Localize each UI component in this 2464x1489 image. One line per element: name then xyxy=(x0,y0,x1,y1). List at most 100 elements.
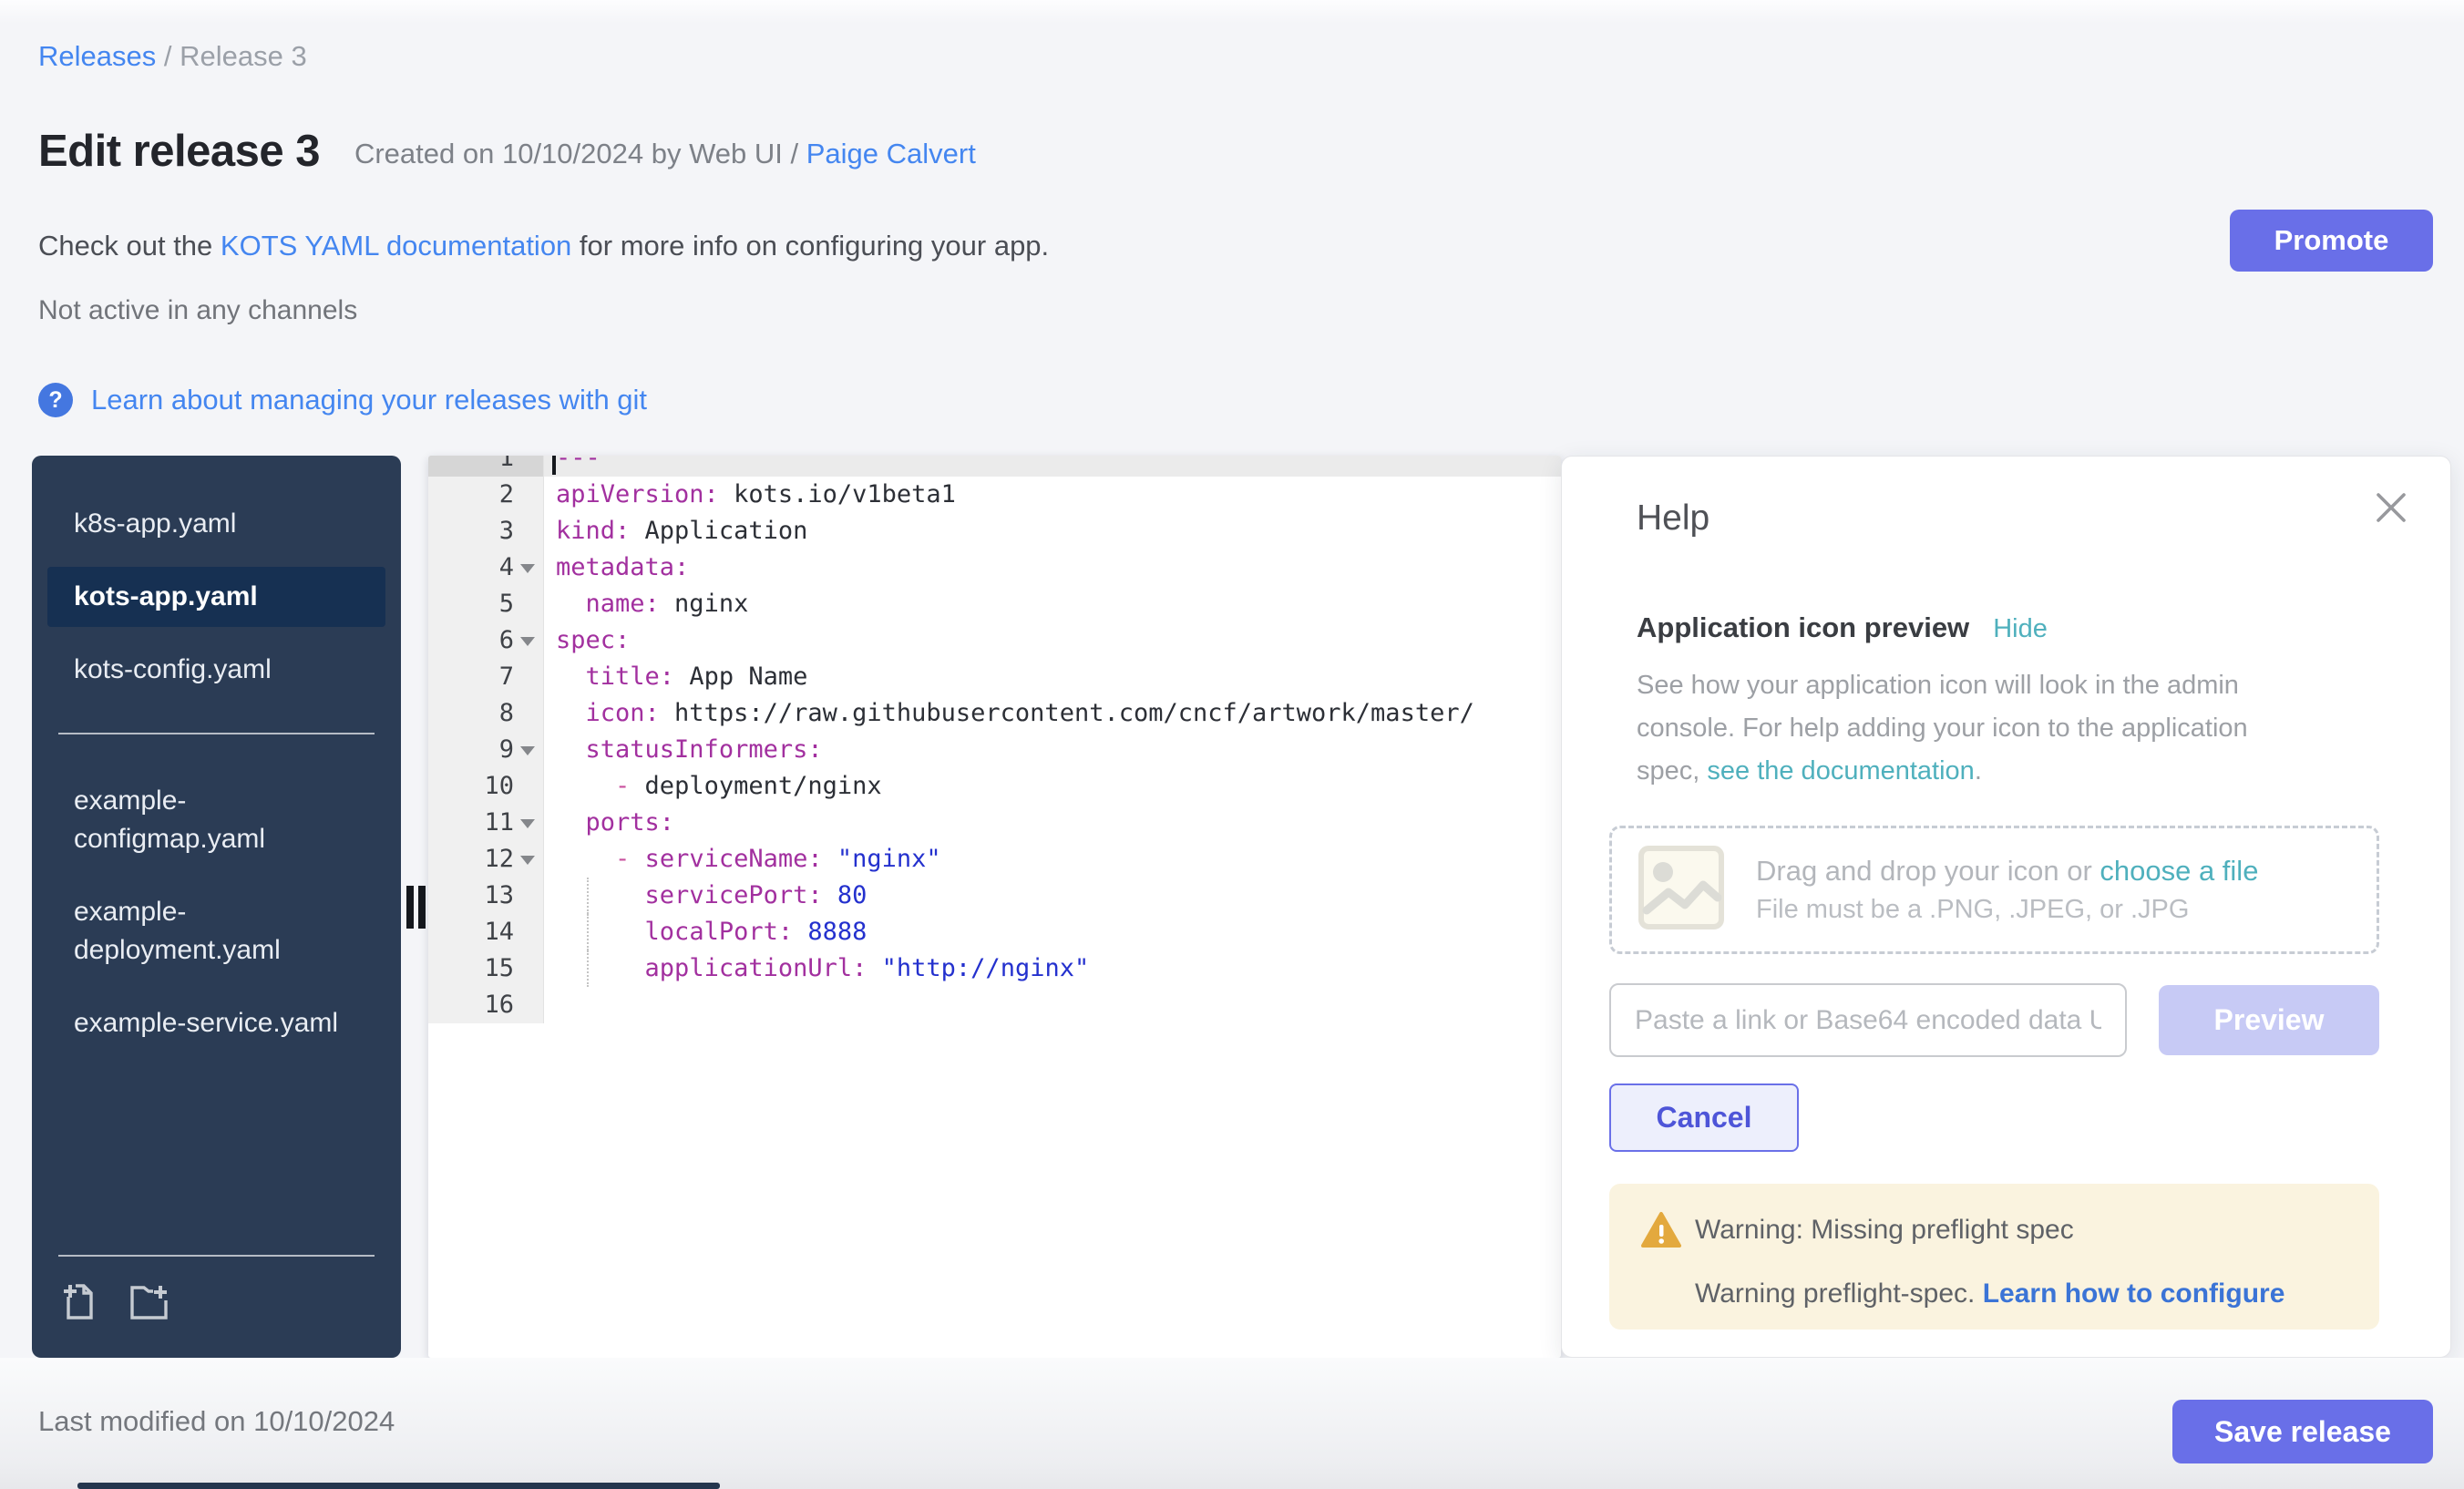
editor-line[interactable]: 10 - deployment/nginx xyxy=(428,768,1561,805)
save-release-button[interactable]: Save release xyxy=(2172,1400,2433,1463)
sidebar-splitter-handle[interactable] xyxy=(418,886,426,929)
bottom-page-edge xyxy=(77,1483,720,1489)
code-cell: title: App Name xyxy=(544,659,1561,695)
code-cell: metadata: xyxy=(544,549,1561,586)
editor-line[interactable]: 8 icon: https://raw.githubusercontent.co… xyxy=(428,695,1561,732)
channel-status: Not active in any channels xyxy=(38,295,357,326)
file-item-example-service.yaml[interactable]: example-service.yaml xyxy=(47,993,385,1053)
code-cell: - deployment/nginx xyxy=(544,768,1561,805)
yaml-editor[interactable]: 1---2apiVersion: kots.io/v1beta13 kind: A… xyxy=(428,456,1561,1358)
divider xyxy=(58,1255,375,1257)
created-text: Created on 10/10/2024 by Web UI / xyxy=(354,138,806,169)
editor-line[interactable]: 2apiVersion: kots.io/v1beta1 xyxy=(428,477,1561,513)
fold-spacer xyxy=(514,695,536,732)
gutter-cell: 12 xyxy=(428,841,544,878)
icon-preview-description: See how your application icon will look … xyxy=(1637,664,2265,793)
editor-line[interactable]: 7 title: App Name xyxy=(428,659,1561,695)
doc-hint: Check out the KOTS YAML documentation fo… xyxy=(38,230,1049,262)
code-cell: --- xyxy=(544,456,1561,477)
editor-line[interactable]: 11 ports: xyxy=(428,805,1561,841)
gutter-cell: 7 xyxy=(428,659,544,695)
gutter-cell: 11 xyxy=(428,805,544,841)
preview-button[interactable]: Preview xyxy=(2159,985,2379,1055)
fold-arrow-icon[interactable] xyxy=(514,622,536,659)
code-text: metadata: xyxy=(556,553,689,581)
fold-spacer xyxy=(514,456,536,477)
fold-arrow-icon[interactable] xyxy=(514,549,536,586)
add-folder-icon[interactable] xyxy=(126,1280,171,1327)
editor-lines: 1---2apiVersion: kots.io/v1beta13 kind: A… xyxy=(428,456,1561,1023)
fold-spacer xyxy=(514,878,536,914)
file-item-label: k8s-app.yaml xyxy=(74,505,236,543)
line-number: 3 xyxy=(499,513,514,549)
code-text: kind: Application xyxy=(556,517,807,545)
editor-line[interactable]: 5 name: nginx xyxy=(428,586,1561,622)
sidebar-splitter-handle[interactable] xyxy=(406,886,414,929)
code-text: spec: xyxy=(556,626,630,654)
editor-line[interactable]: 12 - serviceName: "nginx" xyxy=(428,841,1561,878)
file-item-example-configmap.yaml[interactable]: example-configmap.yaml xyxy=(47,771,385,869)
breadcrumb-releases-link[interactable]: Releases xyxy=(38,40,156,72)
file-item-kots-app.yaml[interactable]: kots-app.yaml xyxy=(47,567,385,627)
fold-arrow-icon[interactable] xyxy=(514,732,536,768)
gutter-cell: 14 xyxy=(428,914,544,950)
edit-release-page: Releases / Release 3 Edit release 3 Crea… xyxy=(0,0,2464,1489)
warning-icon xyxy=(1640,1211,1682,1254)
code-cell: apiVersion: kots.io/v1beta1 xyxy=(544,477,1561,513)
gutter-cell: 16 xyxy=(428,987,544,1023)
gutter-cell: 8 xyxy=(428,695,544,732)
icon-url-input[interactable] xyxy=(1609,983,2127,1057)
promote-button[interactable]: Promote xyxy=(2230,210,2433,272)
editor-line[interactable]: 15 applicationUrl: "http://nginx" xyxy=(428,950,1561,987)
icon-preview-section-header: Application icon preview Hide xyxy=(1637,611,2048,644)
add-file-icon[interactable] xyxy=(58,1280,100,1327)
code-text: servicePort: 80 xyxy=(556,881,867,909)
code-cell: name: nginx xyxy=(544,586,1561,622)
file-item-kots-config.yaml[interactable]: kots-config.yaml xyxy=(47,640,385,700)
editor-line[interactable]: 4 metadata: xyxy=(428,549,1561,586)
line-number: 9 xyxy=(499,732,514,768)
fold-spacer xyxy=(514,586,536,622)
file-item-label: kots-app.yaml xyxy=(74,578,258,616)
indent-guide xyxy=(587,950,589,987)
breadcrumb: Releases / Release 3 xyxy=(38,40,307,73)
git-releases-link[interactable]: Learn about managing your releases with … xyxy=(91,384,647,416)
line-number: 14 xyxy=(484,914,514,950)
fold-spacer xyxy=(514,950,536,987)
code-cell: - serviceName: "nginx" xyxy=(544,841,1561,878)
doc-hint-suffix: for more info on configuring your app. xyxy=(571,230,1049,262)
fold-arrow-icon[interactable] xyxy=(514,805,536,841)
gutter-cell: 4 xyxy=(428,549,544,586)
editor-line[interactable]: 1--- xyxy=(428,456,1561,477)
editor-line[interactable]: 3 kind: Application xyxy=(428,513,1561,549)
editor-line[interactable]: 13 servicePort: 80 xyxy=(428,878,1561,914)
code-cell: applicationUrl: "http://nginx" xyxy=(544,950,1561,987)
gutter-cell: 1 xyxy=(428,456,544,477)
editor-line[interactable]: 16 xyxy=(428,987,1561,1023)
author-link[interactable]: Paige Calvert xyxy=(806,138,976,169)
fold-arrow-icon[interactable] xyxy=(514,841,536,878)
learn-how-to-configure-link[interactable]: Learn how to configure xyxy=(1983,1278,2285,1309)
file-tree-actions xyxy=(32,1231,401,1358)
code-cell: statusInformers: xyxy=(544,732,1561,768)
choose-file-link[interactable]: choose a file xyxy=(2100,855,2258,887)
editor-line[interactable]: 9 statusInformers: xyxy=(428,732,1561,768)
kots-yaml-doc-link[interactable]: KOTS YAML documentation xyxy=(221,230,571,262)
file-item-example-deployment.yaml[interactable]: example-deployment.yaml xyxy=(47,882,385,981)
editor-line[interactable]: 14 localPort: 8888 xyxy=(428,914,1561,950)
hide-link[interactable]: Hide xyxy=(1993,614,2048,644)
close-icon[interactable] xyxy=(2370,488,2412,529)
fold-spacer xyxy=(514,914,536,950)
editor-line[interactable]: 6spec: xyxy=(428,622,1561,659)
line-number: 13 xyxy=(484,878,514,914)
icon-dropzone[interactable]: Drag and drop your icon or choose a file… xyxy=(1609,826,2379,954)
file-item-label: example-deployment.yaml xyxy=(74,893,375,970)
file-item-k8s-app.yaml[interactable]: k8s-app.yaml xyxy=(47,494,385,554)
page-title: Edit release 3 xyxy=(38,126,320,177)
gutter-cell: 9 xyxy=(428,732,544,768)
cancel-button[interactable]: Cancel xyxy=(1609,1083,1799,1152)
see-documentation-link[interactable]: see the documentation xyxy=(1707,756,1974,786)
drop-instruction: Drag and drop your icon or xyxy=(1756,855,2100,887)
line-number: 12 xyxy=(484,841,514,878)
footer-bar: Last modified on 10/10/2024 Save release xyxy=(0,1358,2464,1489)
